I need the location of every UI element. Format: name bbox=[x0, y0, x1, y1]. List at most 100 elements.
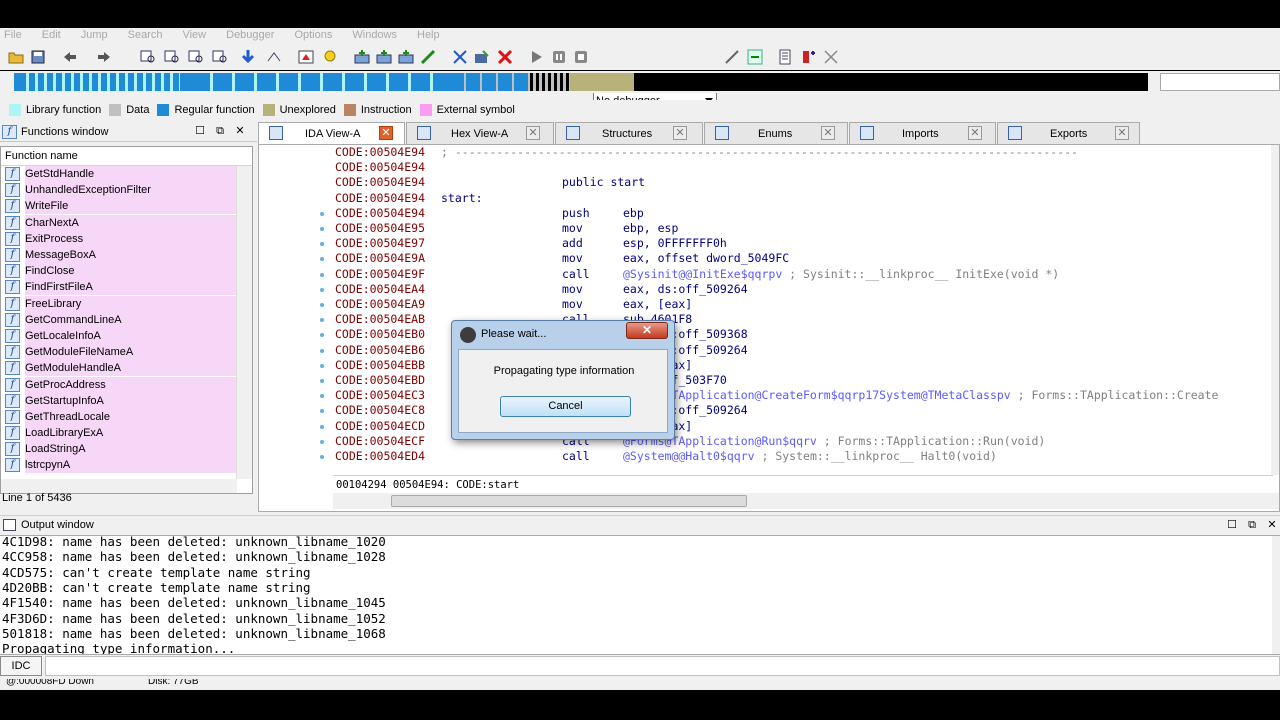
disassembly-line[interactable]: CODE:00504EB6moveax, ds:off_509264 bbox=[335, 343, 748, 358]
snap-icon[interactable] bbox=[779, 49, 795, 65]
menu-windows[interactable]: Windows bbox=[348, 28, 397, 44]
disassembly-line[interactable]: CODE:00504ED4 call @System@@Halt0$qqrv ; S… bbox=[335, 449, 997, 464]
function-list-item[interactable]: f WriteFile bbox=[1, 198, 252, 215]
menu-search[interactable]: Search bbox=[124, 28, 163, 44]
output-vertical-scrollbar[interactable] bbox=[1272, 536, 1280, 654]
menu-edit[interactable]: Edit bbox=[38, 28, 61, 44]
disassembly-line[interactable]: CODE:00504EC3call@Forms@TApplication@Cre… bbox=[335, 388, 1218, 403]
disassembly-line[interactable]: CODE:00504E94 start: bbox=[335, 191, 483, 206]
operand[interactable]: ebp, esp bbox=[623, 221, 678, 236]
add-icon[interactable] bbox=[354, 49, 370, 65]
functions-horizontal-scrollbar[interactable] bbox=[1, 479, 237, 493]
operand[interactable]: @Sysinit@@InitExe$qqrpv ; Sysinit::__lin… bbox=[623, 267, 1059, 282]
function-list-item[interactable]: f CharNextA bbox=[1, 214, 252, 231]
disassembly-line[interactable]: CODE:00504E95 mov ebp, esp bbox=[335, 221, 678, 236]
breakpoint-icon[interactable] bbox=[747, 49, 763, 65]
menu-jump[interactable]: Jump bbox=[77, 28, 108, 44]
function-list-item[interactable]: f FindFirstFileA bbox=[1, 279, 252, 296]
download-icon[interactable] bbox=[240, 49, 256, 65]
disassembly-line[interactable]: CODE:00504EA9 mov eax, [eax] bbox=[335, 297, 692, 312]
code-label[interactable]: start: bbox=[441, 191, 483, 206]
attach-icon[interactable] bbox=[724, 49, 740, 65]
functions-vertical-scrollbar[interactable] bbox=[236, 166, 252, 479]
tab-imports[interactable]: Imports ✕ bbox=[849, 122, 996, 144]
function-list-item[interactable]: f MessageBoxA bbox=[1, 247, 252, 264]
function-list-item[interactable]: f GetProcAddress bbox=[1, 376, 252, 393]
restore-icon[interactable]: ⧉ bbox=[214, 125, 226, 137]
disassembly-line[interactable]: CODE:00504E94 ; -------------------------… bbox=[335, 145, 1078, 160]
ida-horizontal-scrollbar[interactable] bbox=[333, 493, 1279, 509]
disassembly-line[interactable]: CODE:00504E9F call @Sysinit@@InitExe$qqrpv… bbox=[335, 267, 1059, 282]
tab-exports[interactable]: Exports ✕ bbox=[997, 122, 1140, 144]
menu-help[interactable]: Help bbox=[413, 28, 440, 44]
close-icon[interactable]: ✕ bbox=[1266, 519, 1278, 531]
restore-icon[interactable]: ⧉ bbox=[1246, 519, 1258, 531]
pause-icon[interactable] bbox=[551, 49, 567, 65]
operand[interactable]: esp, 0FFFFFFF0h bbox=[623, 236, 727, 251]
disassembly-line[interactable]: CODE:00504EBDmovedx, off_503F70 bbox=[335, 373, 727, 388]
disassembly-line[interactable]: CODE:00504E94 bbox=[335, 160, 425, 175]
patch-icon[interactable] bbox=[801, 49, 817, 65]
operand[interactable]: eax, offset dword_5049FC bbox=[623, 251, 789, 266]
function-list-item[interactable]: f GetStartupInfoA bbox=[1, 392, 252, 409]
close-icon[interactable]: ✕ bbox=[1115, 126, 1129, 140]
function-list-item[interactable]: f lstrcpynA bbox=[1, 457, 252, 474]
tab-structures[interactable]: Structures ✕ bbox=[555, 122, 703, 144]
function-list-item[interactable]: f GetCommandLineA bbox=[1, 311, 252, 328]
menu-options[interactable]: Options bbox=[290, 28, 332, 44]
disassembly-line[interactable]: CODE:00504EABcallsub_4601F8 bbox=[335, 312, 692, 327]
menu-debugger[interactable]: Debugger bbox=[222, 28, 274, 44]
close-icon[interactable]: ✕ bbox=[821, 126, 835, 140]
graph-icon[interactable] bbox=[298, 49, 314, 65]
tool-icon[interactable] bbox=[823, 49, 839, 65]
function-list-item[interactable]: f ExitProcess bbox=[1, 230, 252, 247]
xref-icon[interactable] bbox=[266, 49, 282, 65]
close-icon[interactable]: ✕ bbox=[673, 126, 687, 140]
function-list-item[interactable]: f GetThreadLocale bbox=[1, 408, 252, 425]
stop-icon[interactable] bbox=[573, 49, 589, 65]
operand[interactable]: eax, ds:off_509264 bbox=[623, 282, 748, 297]
tab-hex-view-a[interactable]: Hex View-A ✕ bbox=[406, 122, 554, 144]
operand[interactable]: eax, [eax] bbox=[623, 297, 692, 312]
close-icon[interactable]: ✕ bbox=[526, 126, 540, 140]
function-icon[interactable] bbox=[452, 49, 468, 65]
disassembly-line[interactable]: CODE:00504ECDmoveax, [eax] bbox=[335, 419, 692, 434]
run-icon[interactable] bbox=[528, 49, 544, 65]
struct-add-icon[interactable] bbox=[376, 49, 392, 65]
function-list-item[interactable]: f UnhandledExceptionFilter bbox=[1, 182, 252, 199]
tab-enums[interactable]: Enums ✕ bbox=[704, 122, 848, 144]
function-list-item[interactable]: f LoadStringA bbox=[1, 441, 252, 458]
edit-icon[interactable] bbox=[474, 49, 490, 65]
text-search-icon[interactable] bbox=[164, 49, 180, 65]
disassembly-line[interactable]: CODE:00504EBBmoveax, [eax] bbox=[335, 358, 692, 373]
function-list-item[interactable]: f FreeLibrary bbox=[1, 295, 252, 312]
forward-arrow-icon[interactable] bbox=[96, 49, 112, 65]
disassembly-line[interactable]: CODE:00504EA4 mov eax, ds:off_509264 bbox=[335, 282, 748, 297]
binary-search-icon[interactable] bbox=[140, 49, 156, 65]
function-list-item[interactable]: f LoadLibraryExA bbox=[1, 425, 252, 442]
disassembly-line[interactable]: CODE:00504EC8moveax, ds:off_509264 bbox=[335, 403, 748, 418]
function-list-item[interactable]: f FindClose bbox=[1, 263, 252, 280]
dialog-close-button[interactable]: ✕ bbox=[626, 322, 668, 339]
tab-ida-view-a[interactable]: IDA View-A ✕ bbox=[258, 122, 405, 145]
disassembly-line[interactable]: CODE:00504EB0movecx, ds:off_509368 bbox=[335, 327, 748, 342]
disassembly-line[interactable]: CODE:00504ECF call @Forms@TApplication@Run… bbox=[335, 434, 1045, 449]
function-list-item[interactable]: f GetModuleHandleA bbox=[1, 360, 252, 377]
delete-icon[interactable] bbox=[497, 49, 513, 65]
navigation-strip[interactable] bbox=[14, 73, 1148, 91]
operand[interactable]: @System@@Halt0$qqrv ; System::__linkproc… bbox=[623, 449, 997, 464]
function-name-column-header[interactable]: Function name bbox=[1, 147, 252, 166]
segment-add-icon[interactable] bbox=[420, 49, 436, 65]
ida-horizontal-scroll-thumb[interactable] bbox=[391, 495, 747, 507]
function-list-item[interactable]: f GetStdHandle bbox=[1, 166, 252, 183]
maximize-icon[interactable]: ☐ bbox=[194, 125, 206, 137]
binary-find-icon[interactable] bbox=[212, 49, 228, 65]
function-list-item[interactable]: f GetModuleFileNameA bbox=[1, 344, 252, 361]
cancel-button[interactable]: Cancel bbox=[500, 396, 631, 417]
disassembly-line[interactable]: CODE:00504E9A mov eax, offset dword_5049FC bbox=[335, 251, 789, 266]
function-list-item[interactable]: f GetLocaleInfoA bbox=[1, 327, 252, 344]
idc-command-input[interactable] bbox=[45, 656, 1280, 676]
disassembly-line[interactable]: CODE:00504E97 add esp, 0FFFFFFF0h bbox=[335, 236, 727, 251]
operand[interactable]: @Forms@TApplication@Run$qqrv ; Forms::TA… bbox=[623, 434, 1045, 449]
close-icon[interactable]: ✕ bbox=[379, 126, 393, 140]
